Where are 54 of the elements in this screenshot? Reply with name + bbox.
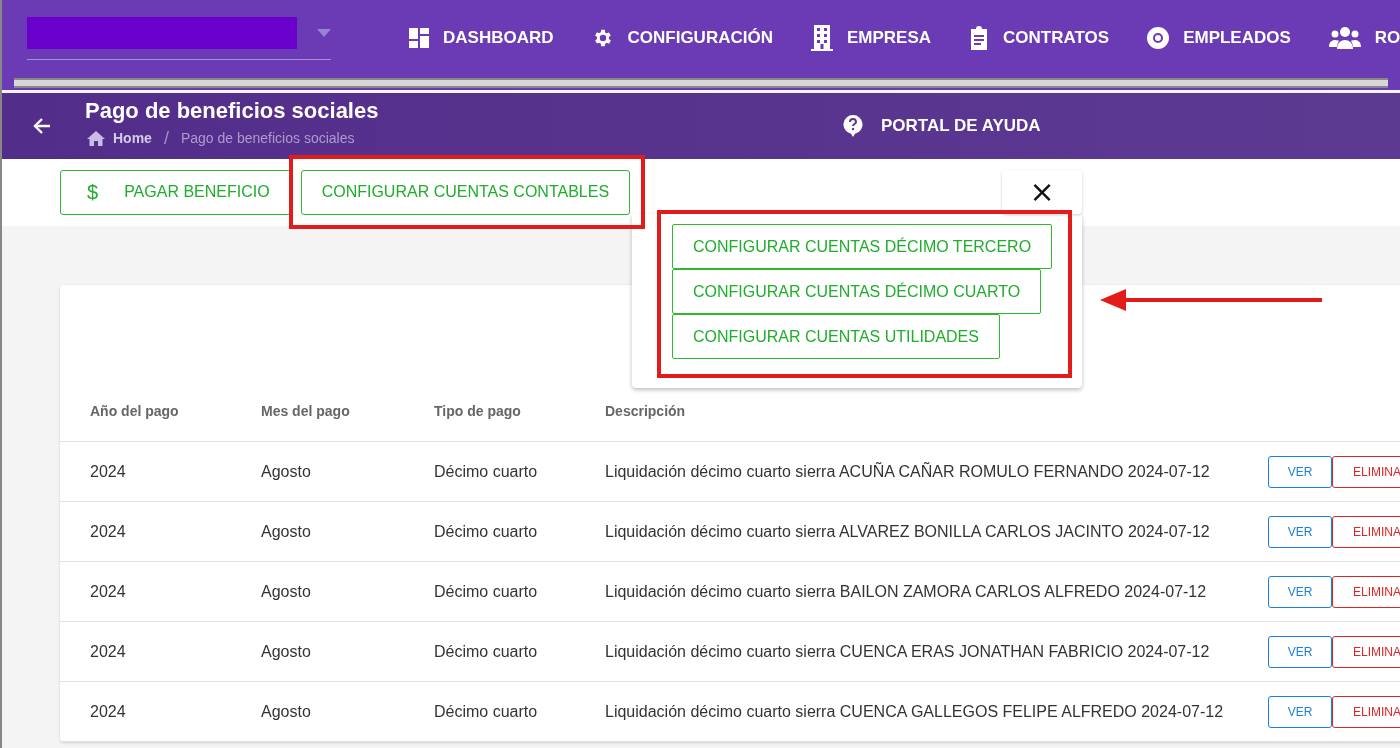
- menu-item[interactable]: CONFIGURAR CUENTAS UTILIDADES: [672, 314, 1000, 359]
- clipboard-icon: [969, 26, 990, 50]
- table-cell: Décimo cuarto: [434, 462, 538, 481]
- people-icon: [1328, 27, 1361, 49]
- table-cell: 2024: [90, 702, 126, 721]
- table-cell: Liquidación décimo cuarto sierra ACUÑA CAÑAR ROMULO FERNANDO 2024-07-12: [605, 462, 1210, 481]
- view-button[interactable]: VER: [1268, 575, 1332, 608]
- nav-link[interactable]: DASHBOARD: [409, 25, 554, 51]
- page-title: Pago de beneficios sociales: [85, 97, 380, 124]
- breadcrumb-separator: /: [163, 127, 169, 149]
- table-cell: Décimo cuarto: [434, 582, 538, 601]
- column-header: Descripción: [605, 403, 686, 419]
- scrollbar[interactable]: [2, 76, 1400, 90]
- table-cell: Liquidación décimo cuarto sierra CUENCA ERAS JONATHAN FABRICIO 2024-07-12: [605, 642, 1210, 661]
- table-cell: 2024: [90, 642, 126, 661]
- breadcrumb-current: Pago de beneficios sociales: [180, 130, 355, 146]
- table-cell: Agosto: [261, 462, 311, 481]
- breadcrumb-link[interactable]: Home: [113, 130, 152, 146]
- nav-link[interactable]: EMPRESA: [810, 25, 932, 51]
- table-cell: Décimo cuarto: [434, 642, 538, 661]
- nav-link[interactable]: CONTRATOS: [969, 25, 1110, 51]
- table-cell: Liquidación décimo cuarto sierra ALVAREZ BONILLA CARLOS JACINTO 2024-07-12: [605, 522, 1210, 541]
- view-button[interactable]: VER: [1268, 515, 1332, 548]
- column-header: Tipo de pago: [434, 403, 521, 419]
- table-cell: Décimo cuarto: [434, 522, 538, 541]
- nav-link[interactable]: RO: [1328, 25, 1400, 51]
- view-button[interactable]: VER: [1268, 455, 1332, 488]
- pay-benefit-button[interactable]: $ PAGAR BENEFICIO: [60, 169, 291, 215]
- table-cell: Agosto: [261, 522, 311, 541]
- table-cell: Agosto: [261, 582, 311, 601]
- building-icon: [810, 25, 833, 51]
- nav-link[interactable]: CONFIGURACIÓN: [591, 25, 773, 51]
- close-button[interactable]: ×: [1002, 170, 1082, 214]
- help-icon: [843, 115, 863, 137]
- help-link[interactable]: PORTAL DE AYUDA: [843, 115, 1041, 137]
- table-cell: Liquidación décimo cuarto sierra CUENCA GALLEGOS FELIPE ALFREDO 2024-07-12: [605, 702, 1224, 721]
- menu-item[interactable]: CONFIGURAR CUENTAS DÉCIMO TERCERO: [672, 224, 1053, 269]
- menu-item[interactable]: CONFIGURAR CUENTAS DÉCIMO CUARTO: [672, 269, 1042, 314]
- table-cell: 2024: [90, 462, 126, 481]
- view-button[interactable]: VER: [1268, 695, 1332, 728]
- table-cell: Liquidación décimo cuarto sierra BAILON ZAMORA CARLOS ALFREDO 2024-07-12: [605, 582, 1207, 601]
- table-cell: Agosto: [261, 702, 311, 721]
- back-arrow-icon[interactable]: [33, 117, 51, 135]
- table-cell: Agosto: [261, 642, 311, 661]
- column-header: Año del pago: [90, 403, 179, 419]
- table-cell: 2024: [90, 582, 126, 601]
- dashboard-icon: [409, 28, 429, 48]
- column-header: Mes del pago: [261, 403, 350, 419]
- table-cell: 2024: [90, 522, 126, 541]
- configure-accounts-button[interactable]: CONFIGURAR CUENTAS CONTABLES: [300, 169, 631, 215]
- table-cell: Décimo cuarto: [434, 702, 538, 721]
- view-button[interactable]: VER: [1268, 635, 1332, 668]
- nav-link[interactable]: EMPLEADOS: [1147, 25, 1291, 51]
- home-icon[interactable]: [87, 130, 105, 146]
